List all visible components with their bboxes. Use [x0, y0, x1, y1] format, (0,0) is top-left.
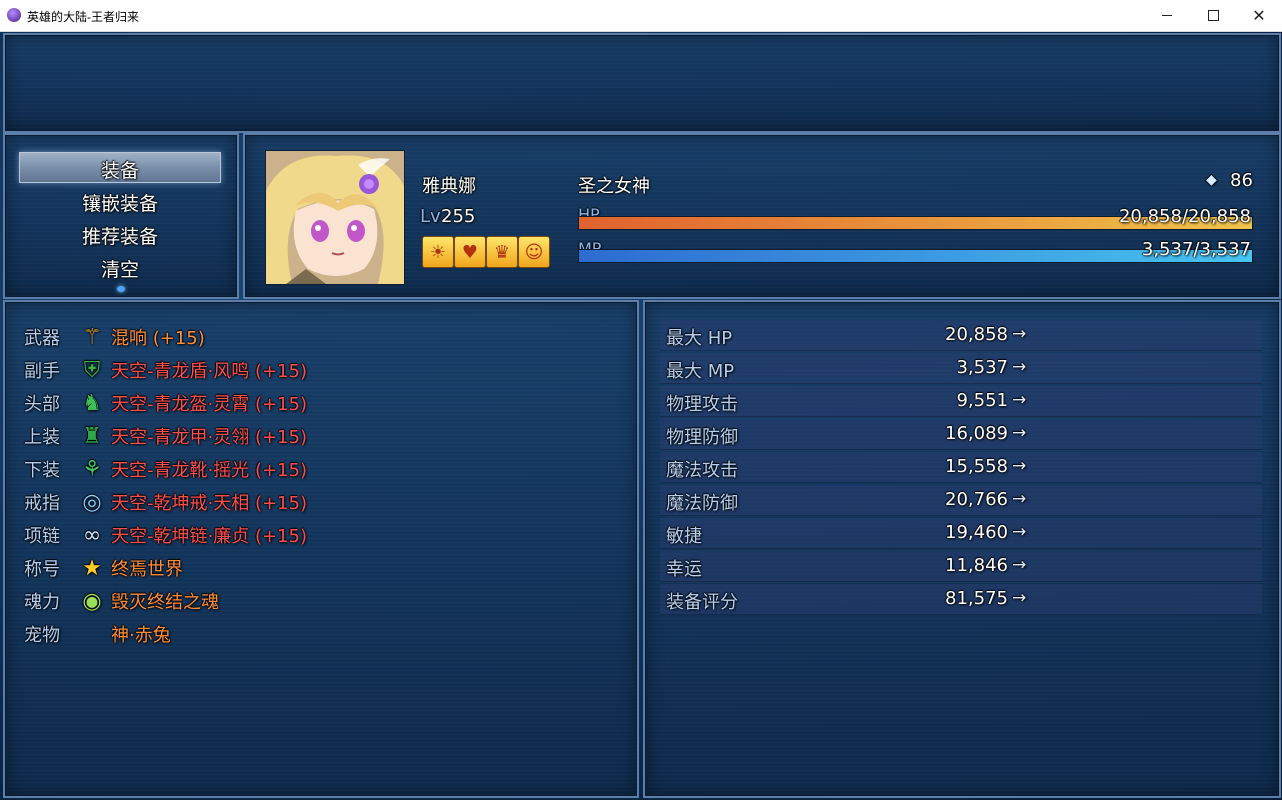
param-name: 敏捷 [666, 526, 702, 547]
param-name: 最大 MP [666, 361, 735, 382]
command-inlay-equip[interactable]: 镶嵌装备 [20, 189, 220, 216]
eye-orb-icon: ◉ [82, 588, 102, 614]
slot-type-label: 副手 [24, 361, 60, 382]
param-value: 11,846 [945, 555, 1008, 576]
param-name: 最大 HP [666, 328, 733, 349]
slot-type-label: 下装 [24, 460, 60, 481]
sun-state-icon: ☀ [422, 236, 454, 268]
scroll-indicator [117, 286, 125, 292]
dragon-armor-icon: ♜ [82, 423, 102, 449]
dragon-helm-icon: ♞ [82, 390, 102, 416]
slot-type-label: 称号 [24, 559, 60, 580]
arrow-right-icon: → [1012, 489, 1027, 509]
param-value: 9,551 [956, 390, 1008, 411]
param-name: 物理防御 [666, 427, 738, 448]
command-clear[interactable]: 清空 [20, 255, 220, 282]
arrow-right-icon: → [1012, 456, 1027, 476]
equip-slot-item[interactable]: 天空-青龙盔·灵霄 (+15) [111, 390, 307, 416]
param-value: 19,460 [945, 522, 1008, 543]
arrow-right-icon: → [1012, 357, 1027, 377]
staff-icon: ⚚ [82, 324, 102, 350]
arrow-right-icon: → [1012, 522, 1027, 542]
mp-value: 3,537/3,537 [1141, 239, 1251, 260]
window-title: 英雄的大陆-王者归来 [27, 10, 139, 24]
gem-count: 86 [1230, 170, 1253, 191]
actor-name: 雅典娜 [422, 176, 476, 197]
slot-type-label: 魂力 [24, 592, 60, 613]
equip-slot-item[interactable]: 终焉世界 [111, 555, 183, 581]
param-name: 物理攻击 [666, 394, 738, 415]
slot-type-label: 戒指 [24, 493, 60, 514]
crown-state-icon: ♛ [486, 236, 518, 268]
param-value: 3,537 [956, 357, 1008, 378]
equip-slot-item[interactable]: 天空-乾坤戒·天相 (+15) [111, 489, 307, 515]
arrow-right-icon: → [1012, 324, 1027, 344]
app-icon [7, 8, 21, 22]
equip-slot-item[interactable]: 天空-青龙靴·摇光 (+15) [111, 456, 307, 482]
arrow-right-icon: → [1012, 588, 1027, 608]
equip-slot-item[interactable]: 天空-青龙盾·风鸣 (+15) [111, 357, 307, 383]
equip-slot-item[interactable]: 神·赤兔 [111, 621, 171, 647]
param-value: 16,089 [945, 423, 1008, 444]
param-value: 15,558 [945, 456, 1008, 477]
ring-icon: ◎ [82, 489, 102, 515]
window-titlebar: 英雄的大陆-王者归来 ✕ [0, 0, 1282, 32]
actor-class: 圣之女神 [578, 176, 650, 197]
arrow-right-icon: → [1012, 555, 1027, 575]
dragon-shield-icon: ⛨ [83, 357, 101, 383]
param-value: 20,858 [945, 324, 1008, 345]
command-equip[interactable]: 装备 [20, 156, 220, 183]
angel-state-icon: ☺ [518, 236, 550, 268]
slot-type-label: 头部 [24, 394, 60, 415]
param-name: 魔法攻击 [666, 460, 738, 481]
dragon-boots-icon: ⚘ [82, 456, 102, 482]
command-recommend-equip[interactable]: 推荐装备 [20, 222, 220, 249]
necklace-icon: ∞ [82, 522, 102, 548]
minimize-button[interactable] [1144, 0, 1190, 31]
equip-slot-item[interactable]: 天空-青龙甲·灵翎 (+15) [111, 423, 307, 449]
level-label: Lv [420, 206, 441, 227]
equip-slot-item[interactable]: 毁灭终结之魂 [111, 588, 219, 614]
arrow-right-icon: → [1012, 390, 1027, 410]
gem-icon: ◆ [1206, 172, 1217, 188]
equip-slot-item[interactable]: 天空-乾坤链·廉贞 (+15) [111, 522, 307, 548]
slot-type-label: 项链 [24, 526, 60, 547]
star-icon: ★ [82, 555, 102, 581]
slot-type-label: 上装 [24, 427, 60, 448]
slot-type-label: 宠物 [24, 625, 60, 646]
param-value: 20,766 [945, 489, 1008, 510]
actor-portrait [265, 150, 405, 285]
close-icon: ✕ [1252, 7, 1266, 25]
maximize-icon [1207, 10, 1219, 21]
heart-state-icon: ♥ [454, 236, 486, 268]
actor-level: 255 [441, 206, 476, 227]
equip-slot-item[interactable]: 混响 (+15) [111, 324, 205, 350]
close-button[interactable]: ✕ [1236, 0, 1282, 31]
arrow-right-icon: → [1012, 423, 1027, 443]
param-name: 魔法防御 [666, 493, 738, 514]
minimize-icon [1162, 15, 1172, 16]
slot-type-label: 武器 [24, 328, 60, 349]
maximize-button[interactable] [1190, 0, 1236, 31]
param-value: 81,575 [945, 588, 1008, 609]
help-window [3, 33, 1281, 133]
param-name: 装备评分 [666, 592, 738, 613]
param-name: 幸运 [666, 559, 702, 580]
hp-value: 20,858/20,858 [1118, 206, 1251, 227]
